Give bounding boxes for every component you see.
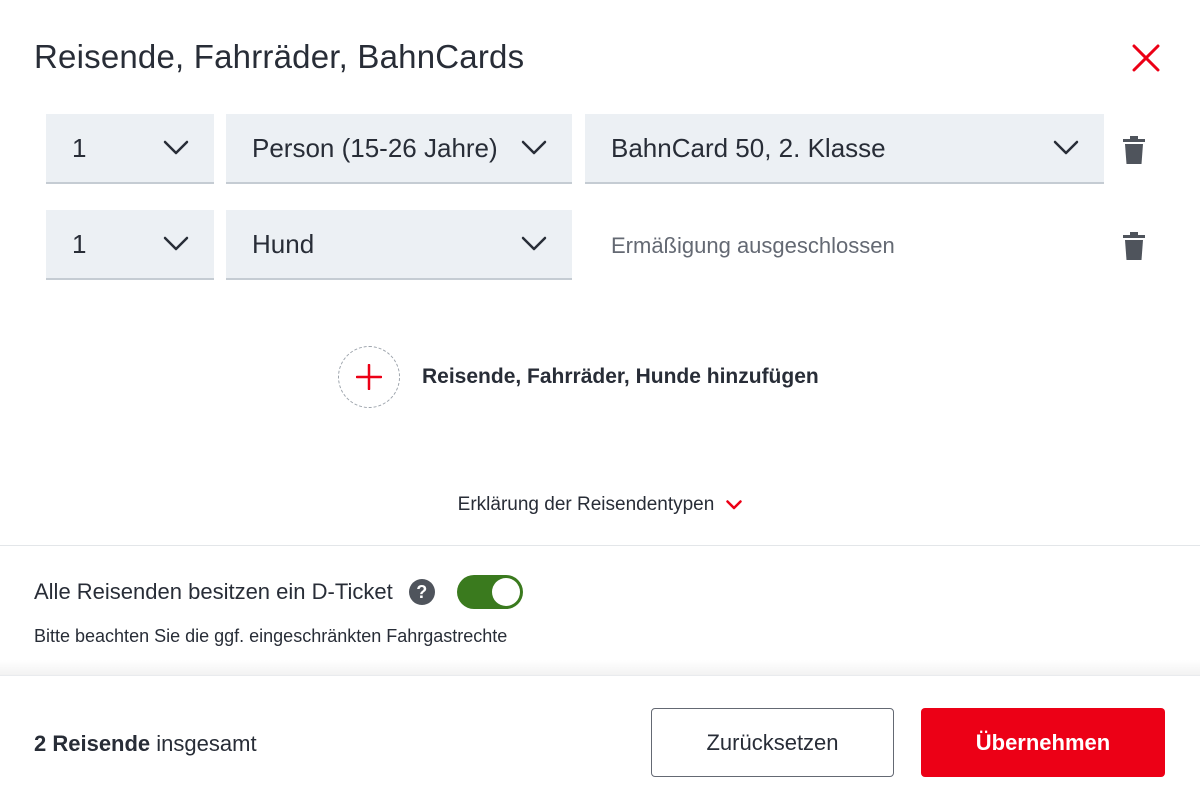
dticket-row: Alle Reisenden besitzen ein D-Ticket ? xyxy=(34,574,523,610)
explanation-label: Erklärung der Reisendentypen xyxy=(457,494,715,515)
trash-icon xyxy=(1123,136,1145,164)
passenger-rights-note: Bitte beachten Sie die ggf. eingeschränk… xyxy=(34,626,508,646)
row1-count-select[interactable]: 1 xyxy=(46,114,214,184)
row1-count-value: 1 xyxy=(72,132,87,163)
add-travellers-label: Reisende, Fahrräder, Hunde hinzufügen xyxy=(422,365,819,388)
toggle-knob xyxy=(491,578,520,606)
chevron-down-icon xyxy=(162,134,190,162)
row2-discount-note: Ermäßigung ausgeschlossen xyxy=(611,233,895,258)
chevron-down-icon xyxy=(1052,134,1080,162)
chevron-down-icon xyxy=(520,134,548,162)
row2-count-select[interactable]: 1 xyxy=(46,210,214,280)
chevron-down-icon xyxy=(520,230,548,258)
chevron-down-icon xyxy=(726,500,743,510)
dticket-toggle[interactable] xyxy=(456,575,523,609)
footer-shadow xyxy=(0,660,1200,675)
row1-bahncard-select[interactable]: BahnCard 50, 2. Klasse xyxy=(585,114,1104,184)
total-suffix: insgesamt xyxy=(150,731,257,756)
dialog-title: Reisende, Fahrräder, BahnCards xyxy=(34,38,525,75)
help-icon[interactable]: ? xyxy=(408,579,435,605)
row2-type-select[interactable]: Hund xyxy=(226,210,572,280)
close-button[interactable] xyxy=(1126,38,1166,78)
divider xyxy=(0,545,1200,546)
traveller-types-explanation-toggle[interactable]: Erklärung der Reisendentypen xyxy=(0,494,1200,516)
total-travellers: 2 Reisende insgesamt xyxy=(34,731,257,757)
row1-delete-button[interactable] xyxy=(1119,133,1149,167)
total-count: 2 Reisende xyxy=(34,731,151,756)
apply-button[interactable]: Übernehmen xyxy=(921,708,1165,777)
add-circle xyxy=(338,346,400,408)
row1-bahncard-value: BahnCard 50, 2. Klasse xyxy=(611,132,886,163)
dticket-label: Alle Reisenden besitzen ein D-Ticket xyxy=(34,579,393,604)
add-travellers-button[interactable]: Reisende, Fahrräder, Hunde hinzufügen xyxy=(338,345,819,409)
row1-type-value: Person (15-26 Jahre) xyxy=(252,132,498,163)
close-icon xyxy=(1132,44,1160,72)
trash-icon xyxy=(1123,232,1145,260)
reset-button[interactable]: Zurücksetzen xyxy=(651,708,894,777)
plus-icon xyxy=(356,364,382,390)
row1-type-select[interactable]: Person (15-26 Jahre) xyxy=(226,114,572,184)
chevron-down-icon xyxy=(162,230,190,258)
row2-delete-button[interactable] xyxy=(1119,229,1149,263)
row2-count-value: 1 xyxy=(72,228,87,259)
row2-type-value: Hund xyxy=(252,228,315,259)
